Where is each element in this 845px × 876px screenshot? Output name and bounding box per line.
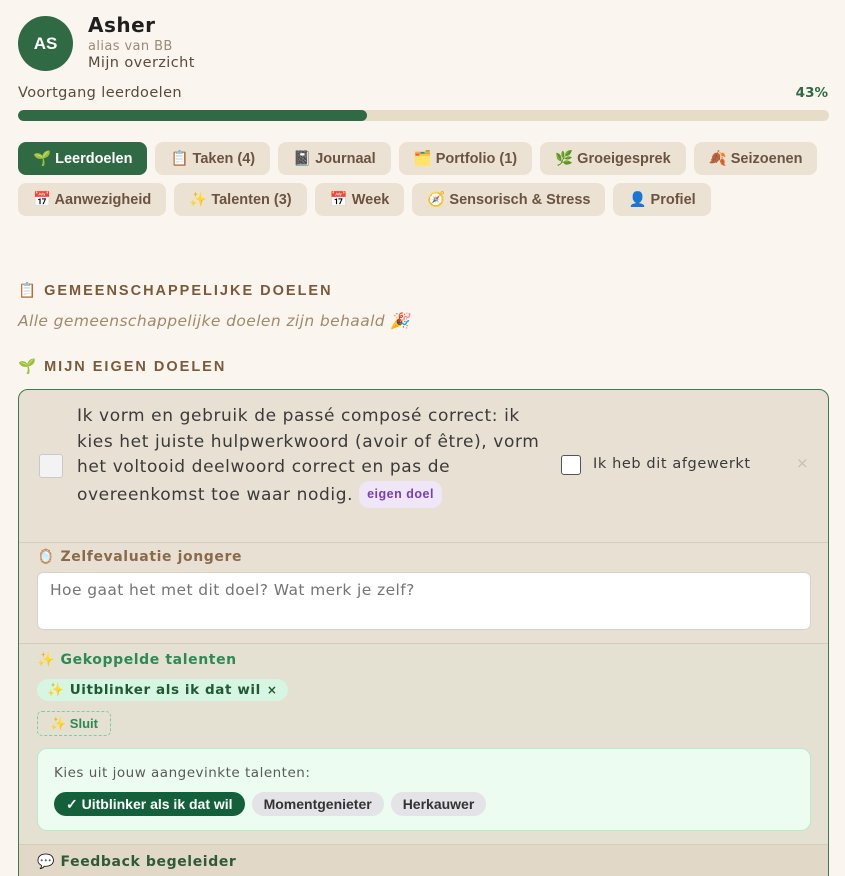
goal-done-label[interactable]: Ik heb dit afgewerkt [593,456,751,472]
talent-options: ✓ Uitblinker als ik dat wil Momentgeniet… [54,792,487,816]
tab-bar: 🌱 Leerdoelen 📋 Taken (4) 📓 Journaal 🗂️ P… [18,142,818,216]
goal-done-checkbox[interactable] [561,455,581,475]
tab-leerdoelen[interactable]: 🌱 Leerdoelen [18,142,148,175]
profile-header: AS Asher alias van BB Mijn overzicht [18,13,195,71]
goal-text: Ik vorm en gebruik de passé composé corr… [77,404,547,508]
feedback-title: 💬 Feedback begeleider [37,854,237,870]
talent-option-herkauwer[interactable]: Herkauwer [390,792,487,816]
talent-option-momentgenieter[interactable]: Momentgenieter [251,792,384,816]
own-goal-badge: eigen doel [359,480,442,508]
close-talents-button[interactable]: ✨ Sluit [37,711,111,736]
page-subtitle: Mijn overzicht [88,55,195,71]
progress-bar [18,110,829,121]
own-goals-heading: 🌱 MIJN EIGEN DOELEN [18,359,227,375]
progress-percent: 43% [795,85,828,101]
tab-portfolio[interactable]: 🗂️ Portfolio (1) [398,142,533,175]
talent-option-uitblinker[interactable]: ✓ Uitblinker als ik dat wil [54,792,245,816]
talent-picker-label: Kies uit jouw aangevinkte talenten: [54,765,311,781]
linked-talents-section: ✨ Gekoppelde talenten ✨ Uitblinker als i… [19,643,828,844]
tab-profiel[interactable]: 👤 Profiel [613,183,711,216]
tab-journaal[interactable]: 📓 Journaal [278,142,391,175]
linked-talent-chip: ✨ Uitblinker als ik dat wil × [37,679,288,701]
self-evaluation-title: 🪞 Zelfevaluatie jongere [37,549,243,565]
profile-text: Asher alias van BB Mijn overzicht [88,13,195,71]
tab-groeigesprek[interactable]: 🌿 Groeigesprek [540,142,686,175]
goal-checkbox-icon [39,454,63,478]
profile-alias: alias van BB [88,39,173,54]
close-icon[interactable]: × [796,454,809,472]
avatar: AS [18,16,73,71]
goal-description: Ik vorm en gebruik de passé composé corr… [77,406,540,505]
shared-goals-heading: 📋 GEMEENSCHAPPELIJKE DOELEN [18,283,333,299]
progress-bar-fill [18,110,367,121]
tab-week[interactable]: 📅 Week [314,183,405,216]
self-evaluation-input[interactable] [37,572,811,630]
goal-header: Ik vorm en gebruik de passé composé corr… [19,390,828,542]
shared-goals-empty-text: Alle gemeenschappelijke doelen zijn beha… [18,312,411,330]
tab-sensorisch-stress[interactable]: 🧭 Sensorisch & Stress [412,183,606,216]
goal-card: Ik vorm en gebruik de passé composé corr… [18,389,829,876]
remove-talent-icon[interactable]: × [267,683,278,697]
tab-taken[interactable]: 📋 Taken (4) [155,142,271,175]
linked-talents-title: ✨ Gekoppelde talenten [37,652,237,668]
linked-talent-label: ✨ Uitblinker als ik dat wil [47,682,261,698]
profile-name: Asher [88,13,156,37]
talent-picker: Kies uit jouw aangevinkte talenten: ✓ Ui… [37,748,811,831]
progress-label: Voortgang leerdoelen [18,85,182,101]
feedback-section: 💬 Feedback begeleider [19,844,828,876]
tab-seizoenen[interactable]: 🍂 Seizoenen [693,142,818,175]
self-evaluation-section: 🪞 Zelfevaluatie jongere [19,542,828,643]
tab-aanwezigheid[interactable]: 📅 Aanwezigheid [18,183,167,216]
tab-talenten[interactable]: ✨ Talenten (3) [174,183,307,216]
